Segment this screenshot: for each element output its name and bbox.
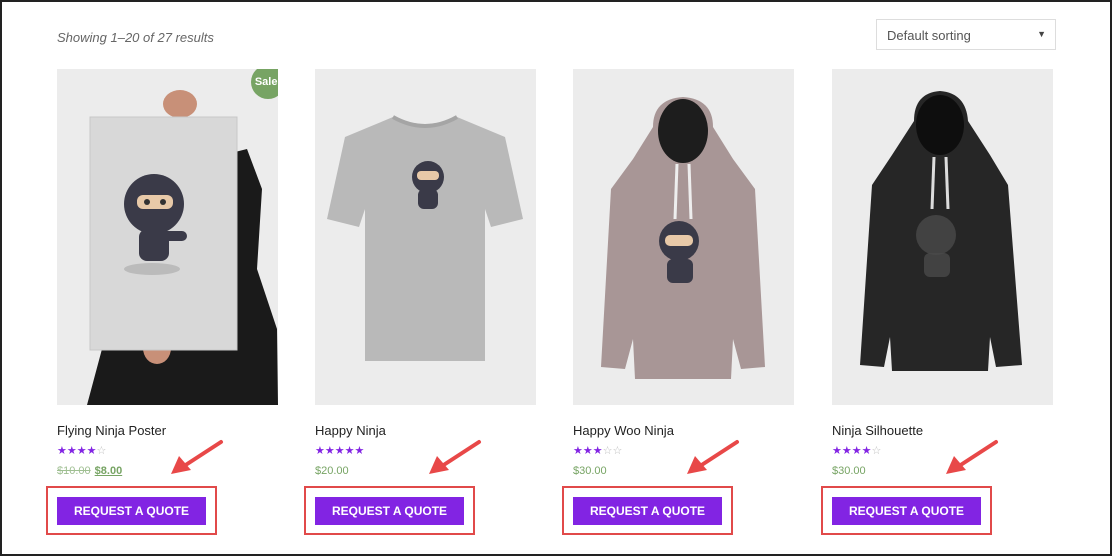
product-card: Ninja Silhouette ★★★★☆ $30.00 REQUEST A …: [821, 69, 1053, 535]
product-price: $20.00: [315, 465, 349, 477]
product-title[interactable]: Happy Woo Ninja: [573, 423, 674, 438]
product-card: Happy Woo Ninja ★★★☆☆ $30.00 REQUEST A Q…: [562, 69, 794, 535]
product-price: $30.00: [573, 465, 607, 477]
arrow-annotation-icon: [429, 440, 481, 474]
request-quote-button[interactable]: REQUEST A QUOTE: [832, 497, 981, 525]
product-title[interactable]: Flying Ninja Poster: [57, 423, 166, 438]
product-card: Sale! Flying Ninja Poster ★★★★☆ $10.00$8…: [46, 69, 278, 535]
star-rating: ★★★★☆: [832, 444, 881, 457]
star-rating: ★★★★☆: [57, 444, 106, 457]
arrow-annotation-icon: [946, 440, 998, 474]
price-current: $30.00: [832, 465, 866, 477]
product-image[interactable]: [573, 69, 794, 405]
highlight-box: REQUEST A QUOTE: [562, 486, 733, 535]
star-filled-icon: ★★★★★: [315, 445, 365, 457]
product-image[interactable]: [315, 69, 536, 405]
request-quote-button[interactable]: REQUEST A QUOTE: [57, 497, 206, 525]
sorting-selected-value: Default sorting: [887, 28, 971, 43]
product-title[interactable]: Happy Ninja: [315, 423, 386, 438]
highlight-box: REQUEST A QUOTE: [821, 486, 992, 535]
star-filled-icon: ★★★★: [57, 445, 97, 457]
star-filled-icon: ★★★: [573, 445, 603, 457]
request-quote-button[interactable]: REQUEST A QUOTE: [573, 497, 722, 525]
highlight-box: REQUEST A QUOTE: [46, 486, 217, 535]
product-image[interactable]: Sale!: [57, 69, 278, 405]
arrow-annotation-icon: [171, 440, 223, 474]
sorting-select[interactable]: Default sorting ▼: [876, 19, 1056, 50]
result-count: Showing 1–20 of 27 results: [57, 30, 214, 45]
star-rating: ★★★★★: [315, 444, 364, 457]
star-rating: ★★★☆☆: [573, 444, 622, 457]
price-current: $30.00: [573, 465, 607, 477]
price-old: $10.00: [57, 465, 91, 477]
star-empty-icon: ☆: [871, 445, 882, 457]
product-price: $30.00: [832, 465, 866, 477]
product-image[interactable]: [832, 69, 1053, 405]
highlight-box: REQUEST A QUOTE: [304, 486, 475, 535]
star-empty-icon: ☆: [96, 445, 107, 457]
product-card: Happy Ninja ★★★★★ $20.00 REQUEST A QUOTE: [304, 69, 536, 535]
arrow-annotation-icon: [687, 440, 739, 474]
price-current: $20.00: [315, 465, 349, 477]
price-current: $8.00: [94, 465, 123, 477]
request-quote-button[interactable]: REQUEST A QUOTE: [315, 497, 464, 525]
chevron-down-icon: ▼: [1037, 29, 1046, 39]
product-price: $10.00 $8.00: [57, 465, 122, 477]
product-title[interactable]: Ninja Silhouette: [832, 423, 923, 438]
star-empty-icon: ☆☆: [602, 445, 623, 457]
star-filled-icon: ★★★★: [832, 445, 872, 457]
